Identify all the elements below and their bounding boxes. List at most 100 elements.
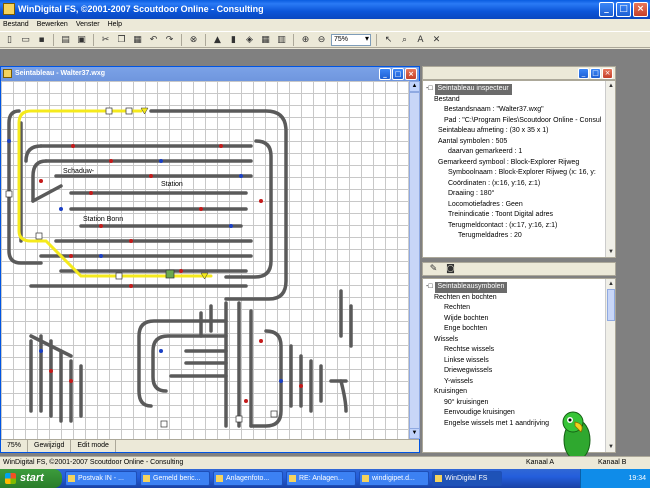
- search-icon[interactable]: ⌕: [398, 33, 411, 46]
- save-icon[interactable]: ▪: [35, 33, 48, 46]
- open-folder-icon[interactable]: ▭: [19, 33, 32, 46]
- scroll-up-icon[interactable]: ▲: [606, 279, 616, 289]
- tree-item[interactable]: Locomotiefadres : Geen: [426, 200, 604, 211]
- zoom-out-icon[interactable]: ⊖: [315, 33, 328, 46]
- pencil-icon[interactable]: ✎: [427, 263, 440, 276]
- label-station-bonn: Station Bonn: [83, 216, 123, 223]
- symbols-scrollbar[interactable]: ▲ ▼: [605, 279, 615, 452]
- tree-item[interactable]: Terugmeldadres : 20: [426, 231, 604, 242]
- tree-item[interactable]: Symboolnaam : Block-Explorer Rijweg (x: …: [426, 168, 604, 179]
- scroll-thumb[interactable]: [409, 92, 420, 432]
- label-station: Station: [161, 181, 183, 188]
- taskbar-item[interactable]: RE: Anlagen...: [286, 471, 356, 486]
- status-mode: Edit mode: [71, 440, 116, 452]
- tree-item[interactable]: Y-wissels: [426, 377, 604, 388]
- symbols-root[interactable]: -□ Seintableausymbolen: [426, 282, 604, 293]
- tree-item[interactable]: Kruisingen: [426, 387, 604, 398]
- maximize-button[interactable]: □: [616, 2, 631, 17]
- tools-icon[interactable]: ✕: [430, 33, 443, 46]
- stop-icon[interactable]: ⊗: [187, 33, 200, 46]
- panel-maximize-button[interactable]: □: [590, 68, 601, 79]
- close-button[interactable]: ×: [633, 2, 648, 17]
- tiles-icon[interactable]: ▥: [275, 33, 288, 46]
- taskbar-item[interactable]: Anlagenfoto...: [213, 471, 283, 486]
- zoom-select[interactable]: 75%: [331, 33, 371, 46]
- window-title: WinDigital FS, ©2001-2007 Scoutdoor Onli…: [18, 4, 264, 14]
- paste-icon[interactable]: ▦: [131, 33, 144, 46]
- tree-item[interactable]: Wissels: [426, 335, 604, 346]
- menu-venster[interactable]: Venster: [76, 19, 100, 31]
- tree-item[interactable]: Terugmeldcontact : (x:17, y:16, z:1): [426, 221, 604, 232]
- redo-icon[interactable]: ↷: [163, 33, 176, 46]
- child-maximize-button[interactable]: □: [392, 68, 404, 80]
- inspector-root[interactable]: -□ Seintableau inspecteur: [426, 84, 604, 95]
- status-zoom: 75%: [1, 440, 29, 452]
- menu-bestand[interactable]: Bestand: [3, 19, 29, 31]
- settings-icon[interactable]: ◈: [243, 33, 256, 46]
- child-close-button[interactable]: ×: [405, 68, 417, 80]
- grid-icon[interactable]: ▦: [259, 33, 272, 46]
- menu-bewerken[interactable]: Bewerken: [37, 19, 68, 31]
- seintableau-title: Seintableau - Walter37.wxg: [15, 70, 105, 77]
- tree-item[interactable]: Pad : "C:\Program Files\Scoutdoor Online…: [426, 116, 604, 127]
- tree-item[interactable]: Coördinaten : (x:16, y:16, z:1): [426, 179, 604, 190]
- seintableau-titlebar: Seintableau - Walter37.wxg _ □ ×: [1, 67, 419, 81]
- tree-item[interactable]: Driewegwissels: [426, 366, 604, 377]
- camera-icon[interactable]: ◙: [444, 263, 457, 276]
- app-icon: [3, 3, 15, 15]
- select-icon[interactable]: ↖: [382, 33, 395, 46]
- kanaal-b: Kanaal B: [598, 459, 627, 466]
- tree-item[interactable]: Linkse wissels: [426, 356, 604, 367]
- scroll-down-icon[interactable]: ▼: [606, 247, 616, 257]
- panel-close-button[interactable]: ×: [602, 68, 613, 79]
- main-statusbar: WinDigital FS, ©2001-2007 Scoutdoor Onli…: [0, 456, 650, 469]
- tree-item[interactable]: 90° kruisingen: [426, 398, 604, 409]
- print-icon[interactable]: ▤: [59, 33, 72, 46]
- new-file-icon[interactable]: ▯: [3, 33, 16, 46]
- undo-icon[interactable]: ↶: [147, 33, 160, 46]
- tree-item[interactable]: Rechten en bochten: [426, 293, 604, 304]
- symbols-toolbar: ✎ ◙: [422, 262, 616, 276]
- loco-icon[interactable]: ▮: [227, 33, 240, 46]
- tree-item[interactable]: daarvan gemarkeerd : 1: [426, 147, 604, 158]
- tree-item[interactable]: Aantal symbolen : 505: [426, 137, 604, 148]
- scroll-up-icon[interactable]: ▲: [606, 81, 616, 91]
- cut-icon[interactable]: ✂: [99, 33, 112, 46]
- tree-item[interactable]: Gemarkeerd symbool : Block-Explorer Rijw…: [426, 158, 604, 169]
- tree-item[interactable]: Treinindicatie : Toont Digital adres: [426, 210, 604, 221]
- track-layout-canvas[interactable]: Schaduw- Station Station Bonn: [1, 81, 409, 439]
- tree-item[interactable]: Draaiing : 180°: [426, 189, 604, 200]
- text-icon[interactable]: A: [414, 33, 427, 46]
- tree-item[interactable]: Bestandsnaam : "Walter37.wxg": [426, 105, 604, 116]
- statusbar-text: WinDigital FS, ©2001-2007 Scoutdoor Onli…: [3, 459, 184, 466]
- scroll-up-icon[interactable]: ▲: [409, 81, 420, 92]
- signal-icon[interactable]: ▲: [211, 33, 224, 46]
- scroll-thumb[interactable]: [607, 289, 615, 321]
- tree-item[interactable]: Rechten: [426, 303, 604, 314]
- child-statusbar: 75% Gewijzigd Edit mode: [1, 439, 419, 452]
- inspector-scrollbar[interactable]: ▲ ▼: [605, 81, 615, 257]
- child-minimize-button[interactable]: _: [379, 68, 391, 80]
- scroll-down-icon[interactable]: ▼: [606, 442, 616, 452]
- scroll-down-icon[interactable]: ▼: [409, 428, 420, 439]
- taskbar: start Postvak IN - ... Gemeld beric... A…: [0, 469, 650, 488]
- start-button[interactable]: start: [0, 469, 62, 488]
- tree-item[interactable]: Rechtse wissels: [426, 345, 604, 356]
- menu-help[interactable]: Help: [108, 19, 122, 31]
- panel-minimize-button[interactable]: _: [578, 68, 589, 79]
- zoom-in-icon[interactable]: ⊕: [299, 33, 312, 46]
- tree-item[interactable]: Wijde bochten: [426, 314, 604, 325]
- canvas-vertical-scrollbar[interactable]: ▲ ▼: [408, 81, 420, 439]
- taskbar-item[interactable]: windigipet.d...: [359, 471, 429, 486]
- copy-icon[interactable]: ❐: [115, 33, 128, 46]
- system-tray: 19:34: [580, 469, 650, 488]
- tree-item[interactable]: Bestand: [426, 95, 604, 106]
- toolbar: ▯ ▭ ▪ ▤ ▣ ✂ ❐ ▦ ↶ ↷ ⊗ ▲ ▮ ◈ ▦ ▥ ⊕ ⊖ 75% …: [0, 31, 650, 48]
- taskbar-item[interactable]: Gemeld beric...: [140, 471, 210, 486]
- tree-item[interactable]: Seintableau afmeting : (30 x 35 x 1): [426, 126, 604, 137]
- taskbar-item-active[interactable]: WinDigital FS: [432, 471, 502, 486]
- print-preview-icon[interactable]: ▣: [75, 33, 88, 46]
- tree-item[interactable]: Enge bochten: [426, 324, 604, 335]
- taskbar-item[interactable]: Postvak IN - ...: [65, 471, 137, 486]
- minimize-button[interactable]: _: [599, 2, 614, 17]
